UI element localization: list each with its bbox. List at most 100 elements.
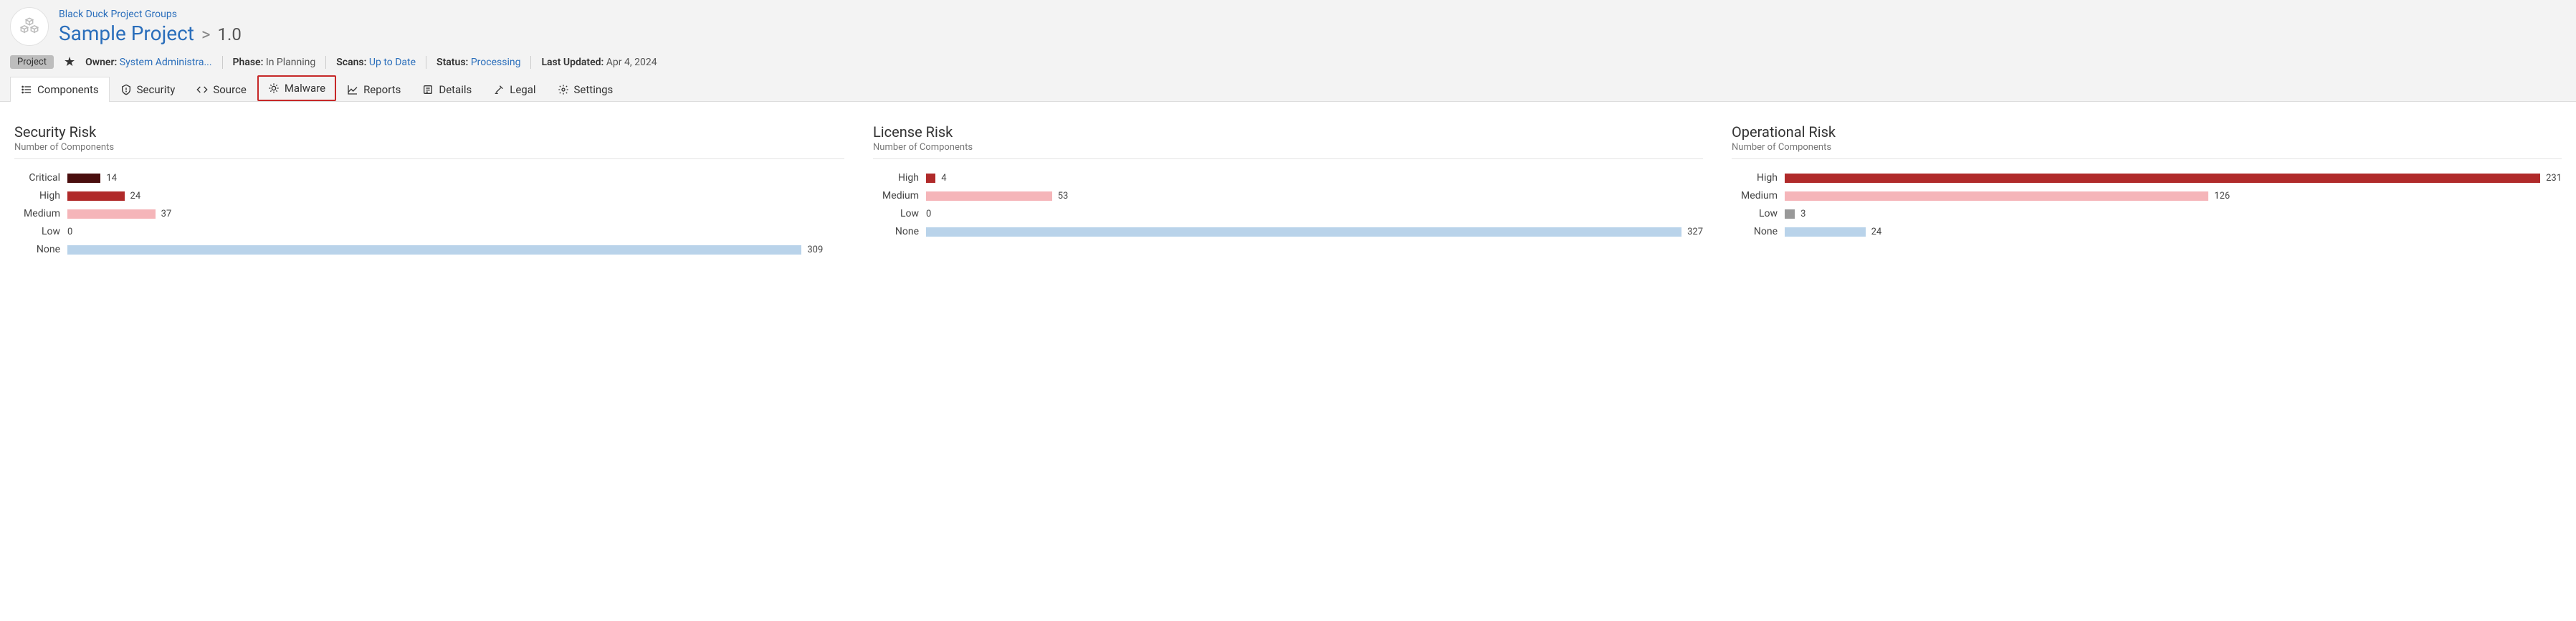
bar-row: Medium 126 bbox=[1732, 190, 2562, 202]
bar-track: 53 bbox=[926, 191, 1703, 202]
panel-title: Operational Risk bbox=[1732, 123, 2562, 141]
bar-track: 14 bbox=[67, 173, 844, 184]
meta-owner: Owner: System Administra... bbox=[85, 57, 211, 68]
panel-divider bbox=[873, 158, 1703, 159]
bar-category-label: Medium bbox=[873, 190, 919, 202]
meta-row: Project ★ Owner: System Administra... Ph… bbox=[10, 50, 2566, 75]
bar-track: 3 bbox=[1785, 209, 2562, 219]
meta-separator bbox=[530, 56, 531, 69]
bar-value: 0 bbox=[926, 209, 931, 219]
bar-fill bbox=[1785, 227, 1866, 237]
panel-subtitle: Number of Components bbox=[873, 142, 1703, 153]
bar-chart: High231 Medium 126 Low3 None 24 bbox=[1732, 172, 2562, 237]
bar-fill bbox=[1785, 209, 1795, 219]
bar-track: 24 bbox=[67, 191, 844, 202]
tab-settings[interactable]: Settings bbox=[547, 77, 624, 102]
bar-fill bbox=[926, 227, 1681, 237]
panel-subtitle: Number of Components bbox=[14, 142, 844, 153]
project-badge: Project bbox=[10, 55, 54, 69]
bar-category-label: Low bbox=[14, 226, 60, 237]
tab-label: Source bbox=[213, 83, 246, 96]
meta-scans-value[interactable]: Up to Date bbox=[369, 57, 416, 68]
bar-fill bbox=[67, 245, 801, 255]
bar-fill bbox=[1785, 191, 2208, 201]
panel-title: Security Risk bbox=[14, 123, 844, 141]
bar-fill bbox=[67, 191, 125, 201]
bar-category-label: High bbox=[14, 190, 60, 202]
tab-malware[interactable]: Malware bbox=[257, 75, 336, 101]
tab-label: Security bbox=[137, 83, 176, 96]
bar-fill bbox=[926, 191, 1052, 201]
meta-status-value[interactable]: Processing bbox=[471, 57, 521, 68]
gavel-icon bbox=[493, 84, 505, 95]
bar-value: 126 bbox=[2214, 191, 2230, 202]
code-icon bbox=[196, 84, 208, 95]
bar-value: 53 bbox=[1058, 191, 1069, 202]
project-name-link[interactable]: Sample Project bbox=[59, 22, 194, 45]
bar-value: 0 bbox=[67, 227, 72, 237]
star-icon[interactable]: ★ bbox=[64, 54, 75, 70]
meta-owner-value[interactable]: System Administra... bbox=[120, 57, 212, 68]
bar-row: High231 bbox=[1732, 172, 2562, 184]
bar-category-label: Low bbox=[873, 208, 919, 219]
bar-row: None 309 bbox=[14, 244, 844, 255]
operational-risk-panel: Operational Risk Number of Components Hi… bbox=[1732, 123, 2562, 262]
page-header: Black Duck Project Groups Sample Project… bbox=[0, 0, 2576, 102]
meta-phase: Phase: In Planning bbox=[233, 57, 316, 68]
tab-legal[interactable]: Legal bbox=[482, 77, 546, 102]
meta-owner-label: Owner: bbox=[85, 57, 117, 68]
bar-category-label: None bbox=[14, 244, 60, 255]
bar-track: 37 bbox=[67, 209, 844, 219]
tab-components[interactable]: Components bbox=[10, 77, 110, 102]
bar-row: Low3 bbox=[1732, 208, 2562, 219]
bar-value: 14 bbox=[106, 173, 117, 184]
bar-category-label: None bbox=[1732, 226, 1778, 237]
bar-value: 24 bbox=[130, 191, 141, 202]
panel-subtitle: Number of Components bbox=[1732, 142, 2562, 153]
bar-category-label: Medium bbox=[1732, 190, 1778, 202]
meta-scans: Scans: Up to Date bbox=[336, 57, 416, 68]
meta-updated: Last Updated: Apr 4, 2024 bbox=[541, 57, 657, 68]
meta-updated-value: Apr 4, 2024 bbox=[606, 57, 657, 68]
panel-divider bbox=[14, 158, 844, 159]
bar-track: 309 bbox=[67, 245, 844, 255]
project-version: 1.0 bbox=[218, 24, 242, 44]
tab-details[interactable]: Details bbox=[411, 77, 482, 102]
bar-chart: High4Medium53Low0None327 bbox=[873, 172, 1703, 237]
bar-category-label: Critical bbox=[14, 172, 60, 184]
bar-row: High 24 bbox=[14, 190, 844, 202]
bar-category-label: High bbox=[873, 172, 919, 184]
shield-icon bbox=[120, 84, 132, 95]
bar-row: None 24 bbox=[1732, 226, 2562, 237]
bar-value: 3 bbox=[1800, 209, 1805, 219]
content-area: Security Risk Number of Components Criti… bbox=[0, 102, 2576, 283]
meta-status: Status: Processing bbox=[437, 57, 520, 68]
title-row: Black Duck Project Groups Sample Project… bbox=[10, 7, 2566, 50]
bar-value: 37 bbox=[161, 209, 172, 219]
bar-track: 4 bbox=[926, 173, 1703, 184]
bar-track: 231 bbox=[1785, 173, 2562, 184]
meta-phase-value: In Planning bbox=[266, 57, 315, 68]
bar-row: Medium 53 bbox=[873, 190, 1703, 202]
bar-value: 24 bbox=[1871, 227, 1882, 237]
bar-value: 327 bbox=[1687, 227, 1703, 237]
bar-track: 327 bbox=[926, 227, 1703, 237]
chart-icon bbox=[347, 84, 358, 95]
bar-category-label: Medium bbox=[14, 208, 60, 219]
details-icon bbox=[422, 84, 434, 95]
license-risk-panel: License Risk Number of Components High4M… bbox=[873, 123, 1703, 262]
meta-status-label: Status: bbox=[437, 57, 468, 68]
boxes-icon bbox=[19, 16, 39, 37]
security-risk-panel: Security Risk Number of Components Criti… bbox=[14, 123, 844, 262]
bar-chart: Critical 14 High 24 Medium 37 Low 0 None 309 bbox=[14, 172, 844, 255]
bar-track: 126 bbox=[1785, 191, 2562, 202]
bar-value: 4 bbox=[941, 173, 946, 184]
tab-label: Components bbox=[37, 83, 99, 96]
meta-phase-label: Phase: bbox=[233, 57, 264, 68]
tab-source[interactable]: Source bbox=[186, 77, 257, 102]
breadcrumb-separator: > bbox=[201, 24, 211, 44]
breadcrumb-group-link[interactable]: Black Duck Project Groups bbox=[59, 9, 242, 20]
tab-security[interactable]: Security bbox=[110, 77, 186, 102]
bar-track: 24 bbox=[1785, 227, 2562, 237]
tab-reports[interactable]: Reports bbox=[336, 77, 411, 102]
